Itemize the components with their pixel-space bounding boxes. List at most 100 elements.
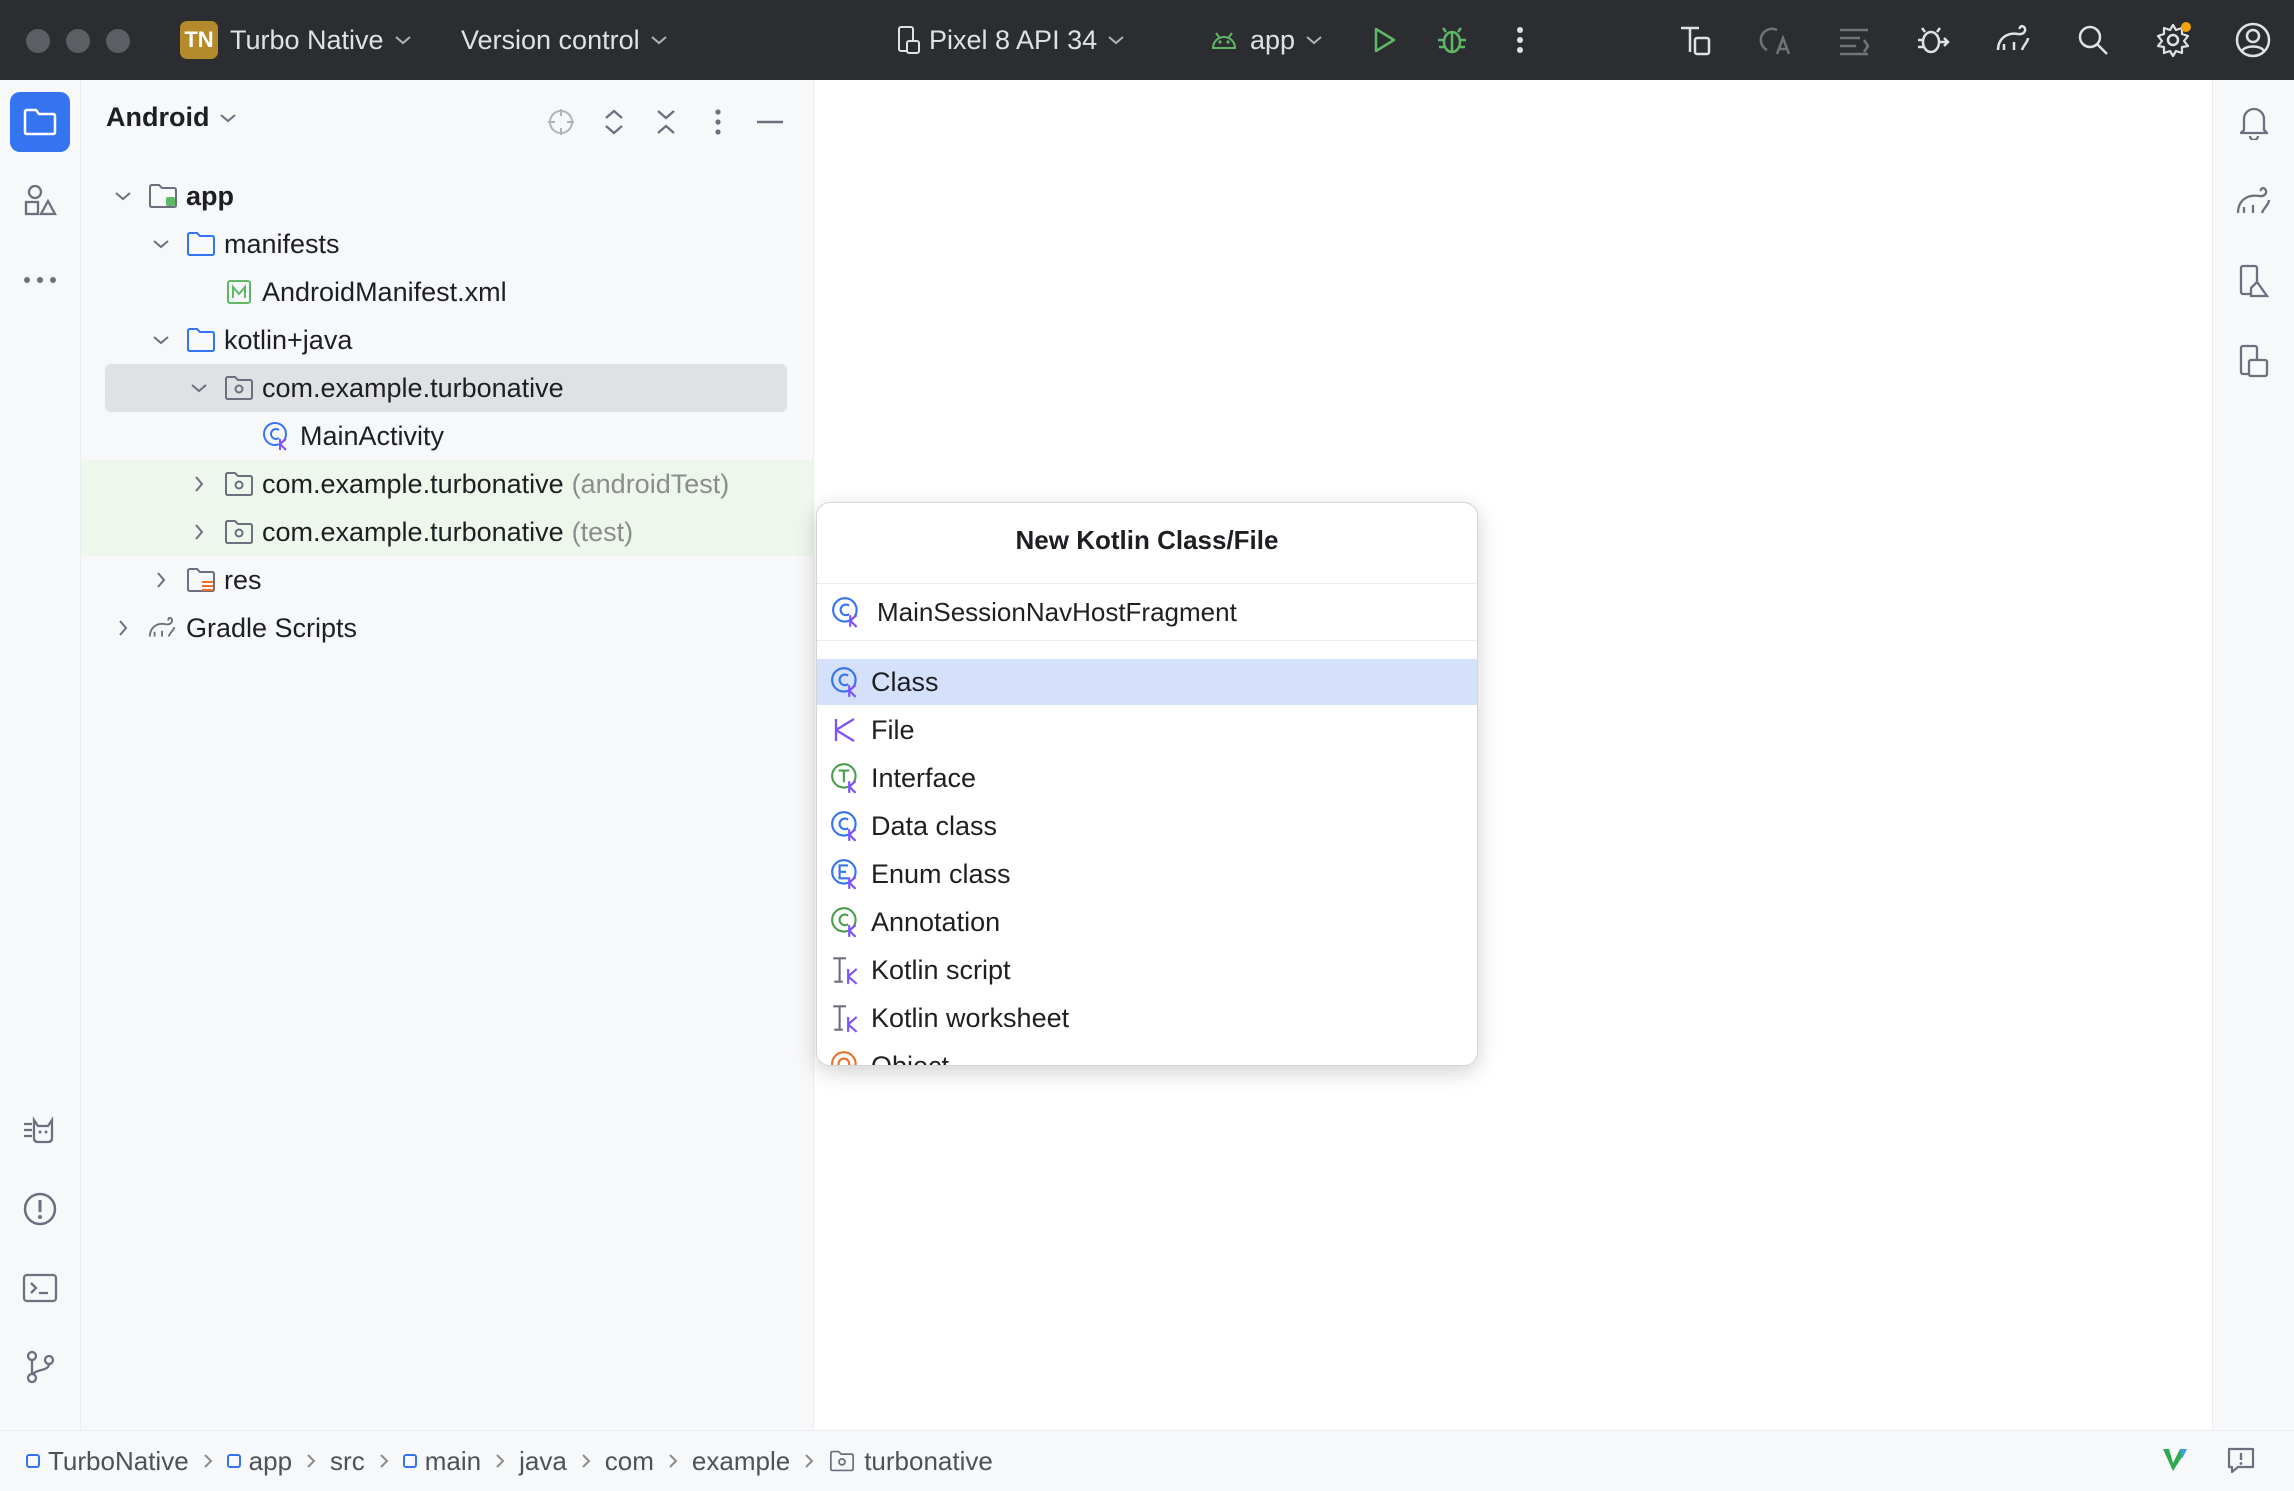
tree-node-app[interactable]: app xyxy=(81,172,813,220)
chevron-right-icon[interactable] xyxy=(188,521,210,543)
run-config-selector[interactable]: app xyxy=(1210,0,1323,80)
kind-item-kotlin-script[interactable]: Kotlin script xyxy=(817,947,1477,993)
breadcrumb-item[interactable]: java xyxy=(519,1446,567,1477)
folder-icon xyxy=(22,106,58,138)
kotlin-file-icon xyxy=(829,713,863,747)
chevron-down-icon xyxy=(1107,34,1125,46)
chevron-right-icon[interactable] xyxy=(112,617,134,639)
more-tools-button[interactable] xyxy=(10,250,70,310)
tree-node-package-test[interactable]: com.example.turbonative (test) xyxy=(81,508,813,556)
gradle-sync-icon[interactable] xyxy=(1993,20,2033,60)
project-selector[interactable]: TN Turbo Native xyxy=(180,0,412,80)
window-minimize-button[interactable] xyxy=(66,29,90,53)
more-actions-icon[interactable] xyxy=(1500,20,1540,60)
bell-icon xyxy=(2237,104,2271,140)
resource-manager-button[interactable] xyxy=(10,170,70,230)
breadcrumb-label: com xyxy=(604,1445,654,1476)
chevron-right-icon xyxy=(581,1453,591,1469)
device-manager-tool-button[interactable] xyxy=(2232,260,2276,304)
breadcrumb-label: turbonative xyxy=(864,1445,993,1476)
chevron-down-icon[interactable] xyxy=(112,185,134,207)
class-name-input[interactable] xyxy=(877,596,1437,628)
search-icon[interactable] xyxy=(2073,20,2113,60)
tree-node-package-androidtest[interactable]: com.example.turbonative (androidTest) xyxy=(81,460,813,508)
kotlin-enum-icon xyxy=(829,857,863,891)
kind-item-interface[interactable]: Interface xyxy=(817,755,1477,801)
kind-item-class[interactable]: Class xyxy=(817,659,1477,705)
attach-debugger-icon[interactable] xyxy=(1913,20,1953,60)
window-close-button[interactable] xyxy=(26,29,50,53)
vcs-selector[interactable]: Version control xyxy=(461,0,668,80)
locate-icon[interactable] xyxy=(541,102,581,142)
apply-changes-icon[interactable] xyxy=(1755,20,1795,60)
project-view-selector[interactable]: Android xyxy=(106,102,237,133)
tree-label: res xyxy=(224,564,262,595)
breadcrumb-item[interactable]: src xyxy=(330,1446,365,1477)
logcat-button[interactable] xyxy=(10,1100,70,1160)
tree-node-androidmanifest[interactable]: AndroidManifest.xml xyxy=(81,268,813,316)
breadcrumb-item[interactable]: example xyxy=(692,1446,790,1477)
kind-item-annotation[interactable]: Annotation xyxy=(817,899,1477,945)
kind-item-file[interactable]: File xyxy=(817,707,1477,753)
tree-label: com.example.turbonative xyxy=(262,468,564,499)
options-icon[interactable] xyxy=(698,102,738,142)
tree-node-gradle-scripts[interactable]: Gradle Scripts xyxy=(81,604,813,652)
git-button[interactable] xyxy=(10,1337,70,1397)
problems-button[interactable] xyxy=(10,1179,70,1239)
kind-item-data-class[interactable]: Data class xyxy=(817,803,1477,849)
breadcrumb-item[interactable]: main xyxy=(402,1446,481,1477)
device-manager-icon[interactable] xyxy=(1675,20,1715,60)
chevron-right-icon xyxy=(495,1453,505,1469)
breadcrumb-item[interactable]: app xyxy=(226,1446,292,1477)
running-devices-button[interactable] xyxy=(2232,340,2276,384)
debug-icon[interactable] xyxy=(1432,20,1472,60)
account-icon[interactable] xyxy=(2233,20,2273,60)
folder-icon xyxy=(186,229,216,259)
hide-panel-icon[interactable] xyxy=(750,102,790,142)
tree-node-package-main[interactable]: com.example.turbonative xyxy=(81,364,813,412)
chevron-right-icon[interactable] xyxy=(150,569,172,591)
resource-folder-icon xyxy=(186,565,216,595)
expand-all-icon[interactable] xyxy=(594,102,634,142)
kind-label: Kotlin script xyxy=(871,954,1011,985)
chevron-down-icon xyxy=(1305,34,1323,46)
kotlin-annotation-icon xyxy=(829,905,863,939)
tree-node-kotlin-java[interactable]: kotlin+java xyxy=(81,316,813,364)
gradle-tool-button[interactable] xyxy=(2232,180,2276,224)
tree-node-res[interactable]: res xyxy=(81,556,813,604)
tree-suffix: (test) xyxy=(571,516,634,547)
vim-plugin-icon[interactable] xyxy=(2160,1445,2190,1475)
settings-gear-icon[interactable] xyxy=(2153,20,2193,60)
tree-node-manifests[interactable]: manifests xyxy=(81,220,813,268)
kind-label: Class xyxy=(871,666,939,697)
sync-list-icon[interactable] xyxy=(1834,20,1874,60)
terminal-button[interactable] xyxy=(10,1258,70,1318)
chevron-down-icon[interactable] xyxy=(150,233,172,255)
manifest-file-icon xyxy=(224,277,254,307)
new-kotlin-class-popup: New Kotlin Class/File Class File Interfa… xyxy=(816,502,1478,1066)
kind-item-object[interactable]: Object xyxy=(817,1043,1477,1066)
kotlin-object-icon xyxy=(829,1049,863,1065)
chevron-down-icon[interactable] xyxy=(188,377,210,399)
run-icon[interactable] xyxy=(1364,20,1404,60)
class-name-field[interactable] xyxy=(817,583,1477,641)
breadcrumb-item[interactable]: com xyxy=(605,1446,654,1477)
chevron-right-icon[interactable] xyxy=(188,473,210,495)
kind-label: Object xyxy=(871,1050,950,1066)
kind-item-enum-class[interactable]: Enum class xyxy=(817,851,1477,897)
tree-suffix: (androidTest) xyxy=(571,468,730,499)
device-name: Pixel 8 API 34 xyxy=(929,24,1098,55)
notifications-button[interactable] xyxy=(2232,100,2276,144)
chevron-down-icon[interactable] xyxy=(150,329,172,351)
kind-item-kotlin-worksheet[interactable]: Kotlin worksheet xyxy=(817,995,1477,1041)
breadcrumb-item[interactable]: turbonative xyxy=(828,1446,993,1477)
window-zoom-button[interactable] xyxy=(106,29,130,53)
collapse-all-icon[interactable] xyxy=(646,102,686,142)
kotlin-data-class-icon xyxy=(829,809,863,843)
device-selector[interactable]: Pixel 8 API 34 xyxy=(895,0,1125,80)
project-tool-button[interactable] xyxy=(10,92,70,152)
breadcrumb-item[interactable]: TurboNative xyxy=(26,1446,189,1477)
tree-node-mainactivity[interactable]: MainActivity xyxy=(81,412,813,460)
popup-title: New Kotlin Class/File xyxy=(1015,525,1279,555)
feedback-icon[interactable] xyxy=(2226,1445,2256,1475)
